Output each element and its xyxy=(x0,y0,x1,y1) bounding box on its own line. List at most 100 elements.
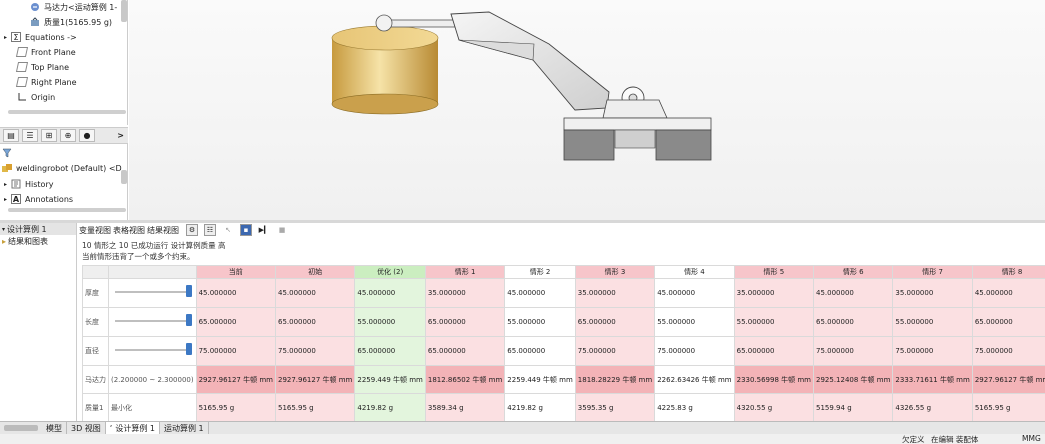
table-cell[interactable]: 75.000000 xyxy=(813,336,894,366)
expand-arrow-icon[interactable]: ▸ xyxy=(4,34,7,41)
feature-manager-icon[interactable]: ▤ xyxy=(3,129,19,142)
table-cell[interactable]: 55.000000 xyxy=(892,307,973,337)
slider-thumb[interactable] xyxy=(185,314,192,326)
table-cell[interactable]: 75.000000 xyxy=(195,336,276,366)
table-cell[interactable]: 2927.96127 牛顿 mm xyxy=(195,365,276,394)
tree-item-mass[interactable]: 质量1(5165.95 g) xyxy=(30,15,112,29)
display-manager-icon[interactable]: ● xyxy=(79,129,95,142)
table-cell[interactable]: 1818.28229 牛顿 mm xyxy=(574,365,656,394)
table-cell[interactable]: 45.000000 xyxy=(274,278,356,308)
graphics-area[interactable] xyxy=(129,0,1045,220)
tree-item-top-plane[interactable]: Top Plane xyxy=(15,60,69,74)
configuration-manager-icon[interactable]: ⊞ xyxy=(41,129,57,142)
table-cell[interactable]: 5165.95 g xyxy=(274,393,356,422)
table-cell[interactable]: 65.000000 xyxy=(274,307,356,337)
column-header[interactable]: 情形 5 xyxy=(733,265,815,279)
run-icon[interactable]: ▶▎ xyxy=(258,224,270,236)
table-cell[interactable]: 65.000000 xyxy=(504,336,576,366)
tree-lower-hscrollbar[interactable] xyxy=(8,208,126,212)
table-cell[interactable]: 65.000000 xyxy=(733,336,815,366)
table-cell[interactable]: 3595.35 g xyxy=(574,393,656,422)
table-cell[interactable]: 2330.56998 牛顿 mm xyxy=(733,365,815,394)
save-icon[interactable]: ▪ xyxy=(240,224,252,236)
table-cell[interactable]: 65.000000 xyxy=(574,307,656,337)
table-cell[interactable]: 2259.449 牛顿 mm xyxy=(504,365,576,394)
table-cell[interactable]: 2925.12408 牛顿 mm xyxy=(813,365,894,394)
table-cell[interactable]: 55.000000 xyxy=(504,307,576,337)
column-header[interactable]: 初始 xyxy=(274,265,356,279)
settings-gear-icon[interactable]: ⚙ xyxy=(186,224,198,236)
table-cell[interactable]: 45.000000 xyxy=(654,278,735,308)
table-cell[interactable]: 65.000000 xyxy=(424,307,506,337)
variable-slider[interactable] xyxy=(108,307,197,337)
table-cell[interactable]: 1812.86502 牛顿 mm xyxy=(424,365,506,394)
stop-icon[interactable]: ■ xyxy=(276,224,288,236)
table-cell[interactable]: 55.000000 xyxy=(354,307,426,337)
table-cell[interactable]: 55.000000 xyxy=(733,307,815,337)
tab-design-study[interactable]: ʼ 设计算例 1 xyxy=(105,421,160,435)
table-cell[interactable]: 4219.82 g xyxy=(354,393,426,422)
table-cell[interactable]: 45.000000 xyxy=(354,278,426,308)
column-header[interactable]: 情形 7 xyxy=(892,265,973,279)
welding-robot-model[interactable] xyxy=(129,0,1045,220)
column-header[interactable]: 情形 1 xyxy=(424,265,506,279)
tree-item-motor-force[interactable]: 马达力<运动算例 1- xyxy=(30,0,117,14)
design-study-item[interactable]: ▾ 设计算例 1 xyxy=(0,223,76,235)
table-cell[interactable]: 3589.34 g xyxy=(424,393,506,422)
table-cell[interactable]: 65.000000 xyxy=(813,307,894,337)
table-cell[interactable]: 4225.83 g xyxy=(654,393,735,422)
status-units[interactable]: MMG xyxy=(1022,434,1041,443)
tree-item-annotations[interactable]: ▸ A Annotations xyxy=(4,192,73,206)
tree-item-history[interactable]: ▸ History xyxy=(4,177,53,191)
gripper-jaw-right[interactable] xyxy=(655,129,712,161)
table-cell[interactable]: 65.000000 xyxy=(195,307,276,337)
more-tabs-icon[interactable]: > xyxy=(117,131,124,140)
table-cell[interactable]: 45.000000 xyxy=(195,278,276,308)
table-cell[interactable]: 65.000000 xyxy=(424,336,506,366)
slider-thumb[interactable] xyxy=(185,285,192,297)
column-header[interactable]: 情形 3 xyxy=(574,265,656,279)
slider-thumb[interactable] xyxy=(185,343,192,355)
tab-model[interactable]: 模型 xyxy=(42,421,67,435)
pointer-icon[interactable]: ↖ xyxy=(222,224,234,236)
tab-motion-study[interactable]: 运动算例 1 xyxy=(160,421,209,435)
table-cell[interactable]: 35.000000 xyxy=(424,278,506,308)
table-cell[interactable]: 45.000000 xyxy=(813,278,894,308)
expand-arrow-icon[interactable]: ▸ xyxy=(4,181,7,188)
results-and-charts-item[interactable]: ▸ 结果和图表 xyxy=(0,235,76,247)
tab-3d-view[interactable]: 3D 视图 xyxy=(67,421,106,435)
tab-variable-view[interactable]: 变量视图 xyxy=(78,225,112,236)
table-cell[interactable]: 45.000000 xyxy=(504,278,576,308)
expand-arrow-icon[interactable]: ▸ xyxy=(4,196,7,203)
tree-item-right-plane[interactable]: Right Plane xyxy=(15,75,77,89)
table-cell[interactable]: 75.000000 xyxy=(892,336,973,366)
tree-item-assembly[interactable]: weldingrobot (Default) <D xyxy=(2,161,122,175)
table-cell[interactable]: 35.000000 xyxy=(892,278,973,308)
table-cell[interactable]: 5165.95 g xyxy=(971,393,1045,422)
tree-lower-scrollbar[interactable] xyxy=(121,170,127,184)
tab-table-view[interactable]: 表格视图 xyxy=(112,225,146,236)
table-cell[interactable]: 2927.96127 牛顿 mm xyxy=(274,365,356,394)
table-cell[interactable]: 4326.55 g xyxy=(892,393,973,422)
table-cell[interactable]: 75.000000 xyxy=(654,336,735,366)
column-header[interactable]: 优化 (2) xyxy=(354,265,426,279)
table-cell[interactable]: 75.000000 xyxy=(274,336,356,366)
tab-results-view[interactable]: 结果视图 xyxy=(146,225,180,236)
table-cell[interactable]: 45.000000 xyxy=(971,278,1045,308)
table-cell[interactable]: 5159.94 g xyxy=(813,393,894,422)
table-cell[interactable]: 4320.55 g xyxy=(733,393,815,422)
table-cell[interactable]: 65.000000 xyxy=(354,336,426,366)
table-cell[interactable]: 2927.96127 牛顿 mm xyxy=(971,365,1045,394)
table-cell[interactable]: 4219.82 g xyxy=(504,393,576,422)
table-cell[interactable]: 2333.71611 牛顿 mm xyxy=(892,365,973,394)
dimxpert-icon[interactable]: ⊕ xyxy=(60,129,76,142)
table-cell[interactable]: 2259.449 牛顿 mm xyxy=(354,365,426,394)
tree-scrollbar[interactable] xyxy=(121,0,127,22)
table-cell[interactable]: 65.000000 xyxy=(971,307,1045,337)
table-cell[interactable]: 55.000000 xyxy=(654,307,735,337)
variable-slider[interactable] xyxy=(108,336,197,366)
table-cell[interactable]: 5165.95 g xyxy=(195,393,276,422)
property-manager-icon[interactable]: ☰ xyxy=(22,129,38,142)
variable-slider[interactable] xyxy=(108,278,197,308)
tree-item-equations[interactable]: ▸ Σ Equations -> xyxy=(4,30,77,44)
